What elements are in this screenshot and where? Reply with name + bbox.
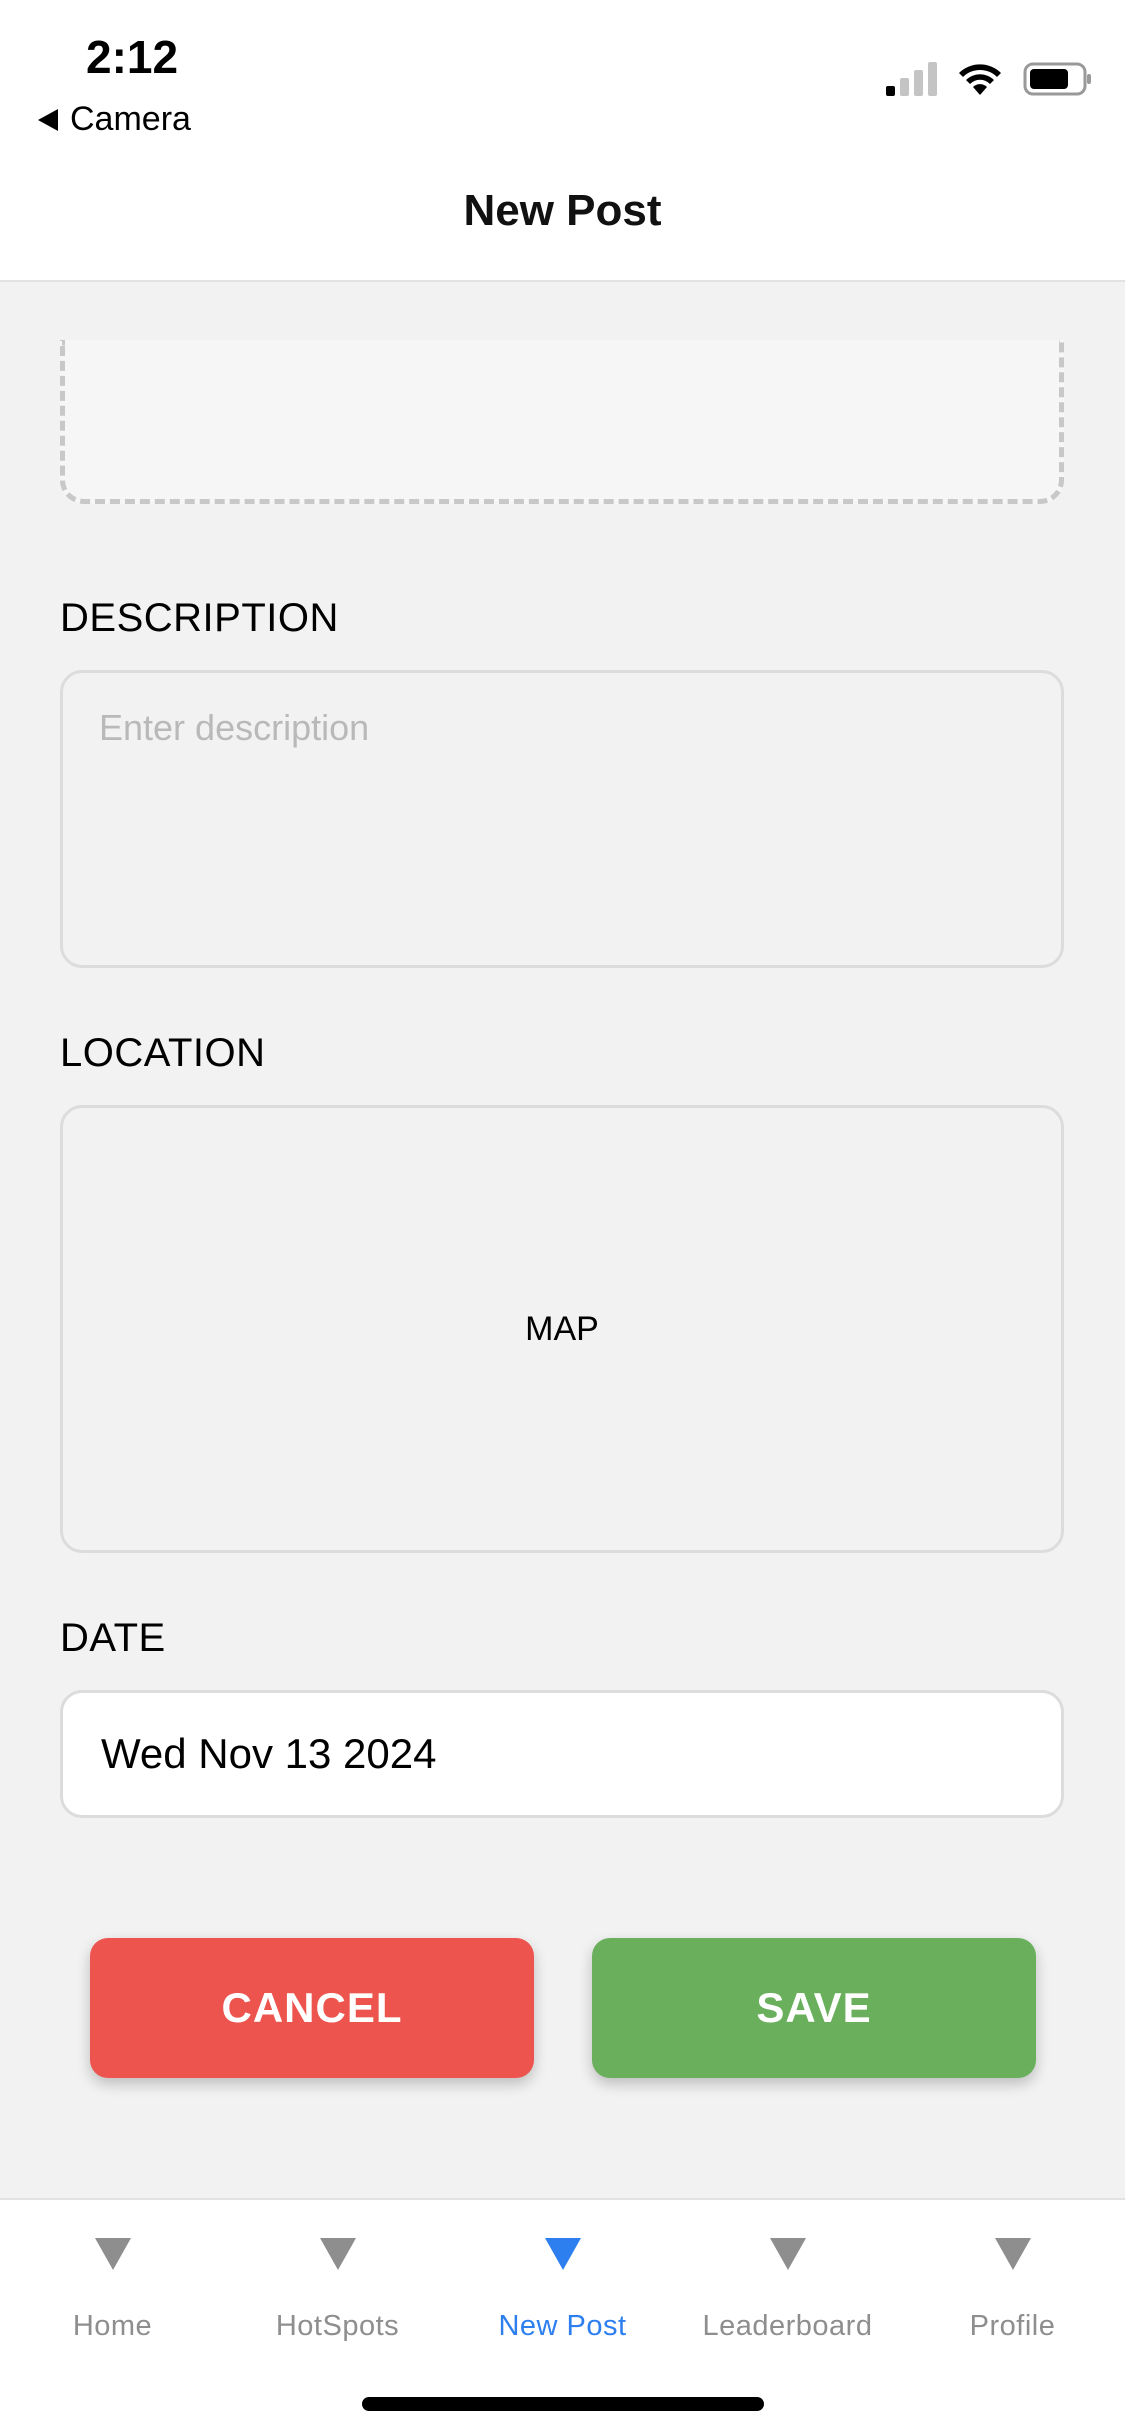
- tab-new-post[interactable]: New Post: [450, 2200, 675, 2380]
- description-input[interactable]: Enter description: [60, 670, 1064, 968]
- status-time: 2:12: [86, 31, 179, 83]
- triangle-down-icon: [94, 2238, 131, 2270]
- home-indicator[interactable]: [362, 2397, 764, 2411]
- date-value: Wed Nov 13 2024: [101, 1730, 437, 1777]
- back-label: Camera: [70, 100, 191, 138]
- tab-label: HotSpots: [275, 2310, 400, 2342]
- date-picker-field[interactable]: Wed Nov 13 2024: [60, 1690, 1064, 1818]
- tab-profile[interactable]: Profile: [900, 2200, 1125, 2380]
- page-title: New Post: [463, 186, 662, 235]
- back-to-camera-link[interactable]: Camera: [38, 100, 191, 139]
- header: 2:12 Camera New Post: [0, 0, 1125, 282]
- battery-icon: [1023, 62, 1093, 96]
- map-placeholder-text: MAP: [525, 1309, 599, 1348]
- back-arrow-icon: [38, 108, 58, 131]
- tab-label: Profile: [969, 2310, 1056, 2342]
- wifi-icon: [957, 62, 1003, 96]
- cancel-button[interactable]: CANCEL: [90, 1938, 534, 2078]
- description-label: DESCRIPTION: [60, 596, 339, 640]
- description-placeholder: Enter description: [99, 707, 370, 748]
- tab-home[interactable]: Home: [0, 2200, 225, 2380]
- tab-label: Leaderboard: [702, 2310, 873, 2342]
- new-post-screen: 2:12 Camera New Post DESCRIPTION Enter d…: [0, 0, 1125, 2436]
- tab-label: New Post: [498, 2310, 627, 2342]
- location-label: LOCATION: [60, 1031, 266, 1075]
- triangle-down-icon: [769, 2238, 806, 2270]
- date-label: DATE: [60, 1616, 166, 1660]
- triangle-down-icon: [994, 2238, 1031, 2270]
- location-map[interactable]: MAP: [60, 1105, 1064, 1553]
- tab-label: Home: [72, 2310, 153, 2342]
- tab-leaderboard[interactable]: Leaderboard: [675, 2200, 900, 2380]
- triangle-down-icon: [544, 2238, 581, 2270]
- cellular-signal-icon: [886, 62, 937, 96]
- save-button[interactable]: SAVE: [592, 1938, 1036, 2078]
- tab-hotspots[interactable]: HotSpots: [225, 2200, 450, 2380]
- photo-upload-area[interactable]: [60, 340, 1064, 504]
- status-icons: [886, 62, 1093, 96]
- triangle-down-icon: [319, 2238, 356, 2270]
